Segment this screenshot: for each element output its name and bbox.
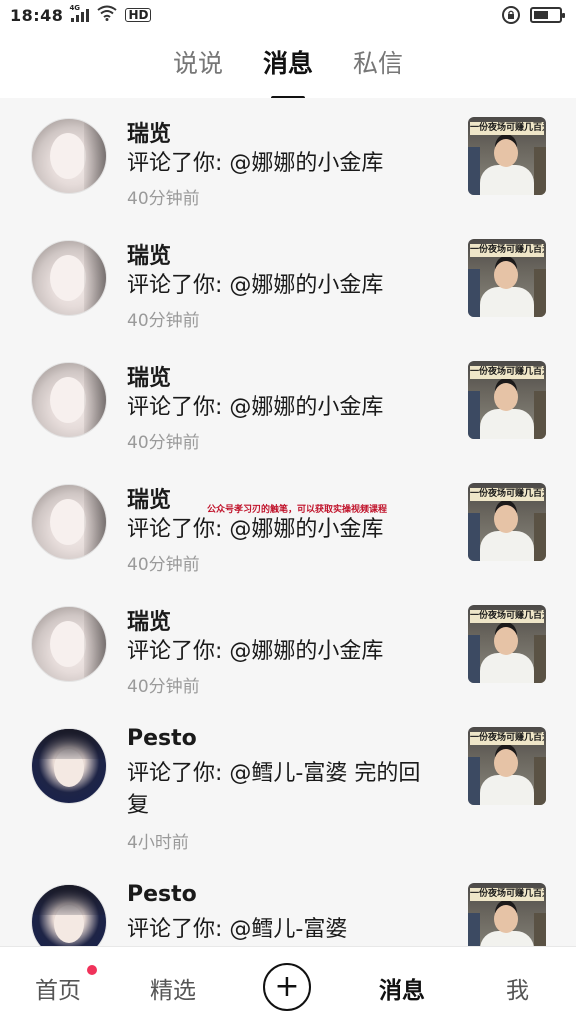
create-post-button[interactable]: + (263, 963, 311, 1011)
network-type: 4G (69, 4, 81, 12)
avatar[interactable] (31, 606, 107, 682)
video-thumbnail[interactable]: 一份夜场可赚几百元 (468, 727, 546, 805)
top-tabs: 说说 消息 私信 (0, 30, 576, 98)
battery-icon (530, 7, 565, 23)
message-item[interactable]: 瑞览 评论了你: @娜娜的小金库 40分钟前 一份夜场可赚几百元 (0, 586, 576, 708)
tab-messages[interactable]: 消息 (263, 44, 313, 84)
tab-shuoshuo[interactable]: 说说 (173, 44, 223, 84)
thumbnail-caption: 一份夜场可赚几百元 (470, 610, 544, 623)
comment-text: 评论了你: @鳕儿-富婆 (127, 917, 348, 942)
status-left: 18:48 4G HD (10, 4, 152, 25)
message-time: 40分钟前 (127, 677, 200, 697)
watermark-text: 公众号孝习刃的触笔，可以获取实操视频课程 (207, 505, 388, 515)
wifi-icon (97, 5, 118, 25)
sender-name[interactable]: 瑞览 (127, 116, 171, 148)
sender-name[interactable]: 瑞览 (127, 604, 171, 636)
message-item[interactable]: 瑞览 评论了你: @娜娜的小金库 40分钟前 一份夜场可赚几百元 (0, 98, 576, 220)
rotation-lock-icon (502, 6, 520, 24)
thumbnail-caption: 一份夜场可赚几百元 (470, 488, 544, 501)
sender-name[interactable]: Pesto (127, 726, 197, 751)
message-time: 4小时前 (127, 833, 189, 853)
message-time: 40分钟前 (127, 311, 200, 331)
hd-badge: HD (125, 8, 152, 22)
comment-text: 评论了你: @鳕儿-富婆 完的回复 (127, 761, 421, 818)
status-time: 18:48 (10, 5, 64, 25)
message-time: 40分钟前 (127, 189, 200, 209)
status-bar: 18:48 4G HD (0, 0, 576, 30)
video-thumbnail[interactable]: 一份夜场可赚几百元 (468, 483, 546, 561)
avatar[interactable] (31, 240, 107, 316)
nav-featured[interactable]: 精选 (150, 971, 196, 1005)
video-thumbnail[interactable]: 一份夜场可赚几百元 (468, 605, 546, 683)
avatar[interactable] (31, 484, 107, 560)
sender-name[interactable]: Pesto (127, 882, 197, 907)
video-thumbnail[interactable]: 一份夜场可赚几百元 (468, 361, 546, 439)
message-time: 40分钟前 (127, 433, 200, 453)
avatar[interactable] (31, 362, 107, 438)
comment-text: 评论了你: @娜娜的小金库 (127, 151, 384, 176)
video-thumbnail[interactable]: 一份夜场可赚几百元 (468, 239, 546, 317)
comment-text: 评论了你: @娜娜的小金库 (127, 639, 384, 664)
sender-name[interactable]: 瑞览 (127, 360, 171, 392)
video-thumbnail[interactable]: 一份夜场可赚几百元 (468, 117, 546, 195)
thumbnail-caption: 一份夜场可赚几百元 (470, 732, 544, 745)
thumbnail-caption: 一份夜场可赚几百元 (470, 366, 544, 379)
message-list: 瑞览 评论了你: @娜娜的小金库 40分钟前 一份夜场可赚几百元 瑞览 评论了你… (0, 98, 576, 946)
message-time: 40分钟前 (127, 555, 200, 575)
tab-private-messages[interactable]: 私信 (353, 44, 403, 84)
nav-home[interactable]: 首页 (35, 971, 81, 1005)
avatar[interactable] (31, 884, 107, 946)
bottom-nav: 首页 精选 + 消息 我 (0, 946, 576, 1024)
message-item[interactable]: 瑞览 评论了你: @娜娜的小金库 40分钟前 一份夜场可赚几百元 (0, 220, 576, 342)
notification-dot (87, 965, 97, 975)
avatar[interactable] (31, 728, 107, 804)
avatar[interactable] (31, 118, 107, 194)
message-item[interactable]: Pesto 评论了你: @鳕儿-富婆 完的回复 4小时前 一份夜场可赚几百元 (0, 708, 576, 864)
sender-name[interactable]: 瑞览 (127, 482, 171, 514)
comment-text: 评论了你: @娜娜的小金库 (127, 517, 384, 542)
comment-text: 评论了你: @娜娜的小金库 (127, 273, 384, 298)
sender-name[interactable]: 瑞览 (127, 238, 171, 270)
video-thumbnail[interactable]: 一份夜场可赚几百元 (468, 883, 546, 946)
status-right (502, 6, 565, 24)
nav-me[interactable]: 我 (506, 971, 529, 1005)
cellular-signal-icon: 4G (69, 4, 90, 22)
message-item[interactable]: 瑞览 评论了你: @娜娜的小金库 40分钟前 一份夜场可赚几百元 (0, 342, 576, 464)
nav-messages[interactable]: 消息 (379, 971, 425, 1005)
thumbnail-caption: 一份夜场可赚几百元 (470, 244, 544, 257)
thumbnail-caption: 一份夜场可赚几百元 (470, 122, 544, 135)
thumbnail-caption: 一份夜场可赚几百元 (470, 888, 544, 901)
comment-text: 评论了你: @娜娜的小金库 (127, 395, 384, 420)
message-item[interactable]: Pesto 评论了你: @鳕儿-富婆 一份夜场可赚几百元 (0, 864, 576, 946)
message-item[interactable]: 瑞览 评论了你: @娜娜的小金库 40分钟前 一份夜场可赚几百元 (0, 464, 576, 586)
